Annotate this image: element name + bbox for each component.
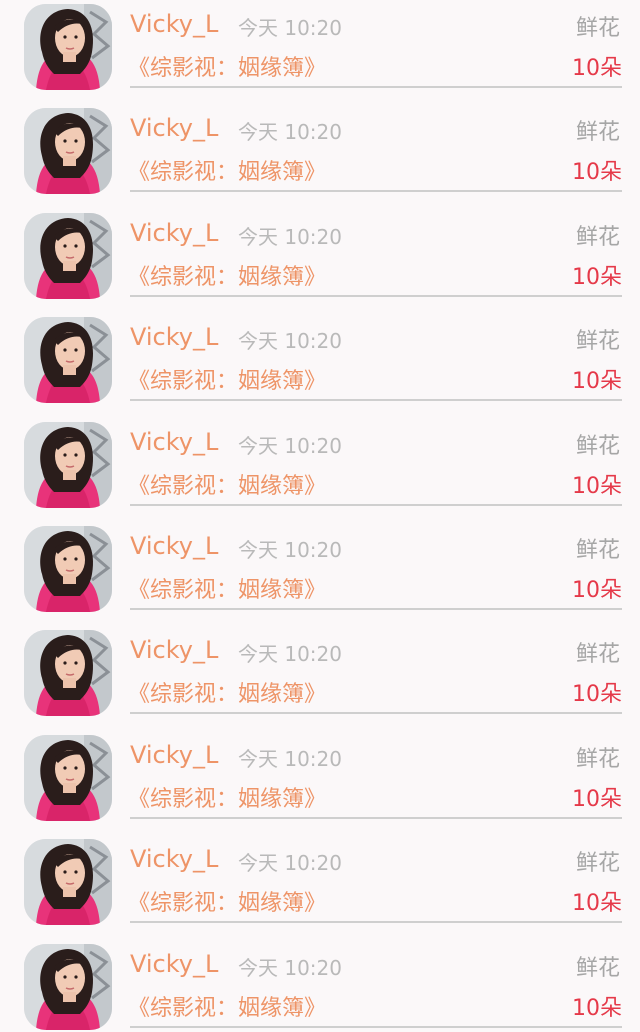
timestamp: 今天 10:20 bbox=[238, 746, 342, 771]
user-avatar-icon bbox=[24, 734, 112, 821]
timestamp: 今天 10:20 bbox=[238, 16, 342, 40]
divider bbox=[130, 1025, 622, 1028]
divider bbox=[130, 712, 622, 715]
gift-record-list[interactable]: Vicky_L 今天 10:20 鲜花 《综影视：姻缘簿》 10朵 Vicky_… bbox=[0, 0, 640, 1032]
gift-amount: 10朵 bbox=[572, 264, 622, 290]
divider bbox=[130, 190, 622, 193]
user-name[interactable]: Vicky_L bbox=[130, 219, 218, 247]
user-avatar-icon bbox=[24, 943, 112, 1030]
timestamp: 今天 10:20 bbox=[238, 851, 342, 876]
user-name[interactable]: Vicky_L bbox=[130, 114, 218, 142]
user-avatar-icon bbox=[24, 839, 112, 926]
list-item[interactable]: Vicky_L 今天 10:20 鲜花 《综影视：姻缘簿》 10朵 bbox=[0, 209, 640, 313]
timestamp: 今天 10:20 bbox=[238, 120, 342, 145]
gift-amount: 10朵 bbox=[572, 56, 622, 81]
list-item[interactable]: Vicky_L 今天 10:20 鲜花 《综影视：姻缘簿》 10朵 bbox=[0, 940, 640, 1032]
user-name[interactable]: Vicky_L bbox=[130, 950, 218, 978]
book-title[interactable]: 《综影视：姻缘簿》 bbox=[128, 572, 326, 604]
gift-amount: 10朵 bbox=[572, 786, 622, 812]
user-avatar-icon bbox=[24, 212, 112, 299]
avatar[interactable] bbox=[24, 108, 112, 195]
gift-type: 鲜花 bbox=[575, 642, 620, 668]
gift-type: 鲜花 bbox=[575, 433, 620, 459]
user-avatar-icon bbox=[24, 317, 112, 404]
user-name[interactable]: Vicky_L bbox=[130, 741, 218, 769]
timestamp: 今天 10:20 bbox=[238, 955, 342, 980]
gift-amount: 10朵 bbox=[572, 160, 622, 186]
user-avatar-icon bbox=[24, 630, 112, 717]
gift-type: 鲜花 bbox=[575, 955, 620, 981]
user-name[interactable]: Vicky_L bbox=[130, 10, 218, 38]
user-name[interactable]: Vicky_L bbox=[130, 845, 218, 873]
avatar[interactable] bbox=[24, 212, 112, 299]
timestamp: 今天 10:20 bbox=[238, 538, 342, 562]
gift-type: 鲜花 bbox=[575, 120, 620, 146]
book-title[interactable]: 《综影视：姻缘簿》 bbox=[128, 676, 326, 708]
divider bbox=[130, 399, 622, 402]
gift-amount: 10朵 bbox=[572, 578, 622, 603]
timestamp: 今天 10:20 bbox=[238, 329, 342, 354]
book-title[interactable]: 《综影视：姻缘簿》 bbox=[128, 781, 326, 813]
list-item[interactable]: Vicky_L 今天 10:20 鲜花 《综影视：姻缘簿》 10朵 bbox=[0, 0, 640, 104]
user-name[interactable]: Vicky_L bbox=[130, 323, 218, 351]
gift-type: 鲜花 bbox=[575, 329, 620, 355]
user-avatar-icon bbox=[24, 526, 112, 612]
avatar[interactable] bbox=[24, 734, 112, 821]
book-title[interactable]: 《综影视：姻缘簿》 bbox=[128, 154, 326, 186]
book-title[interactable]: 《综影视：姻缘簿》 bbox=[128, 990, 326, 1022]
book-title[interactable]: 《综影视：姻缘簿》 bbox=[128, 363, 326, 395]
book-title[interactable]: 《综影视：姻缘簿》 bbox=[128, 468, 326, 500]
gift-type: 鲜花 bbox=[575, 746, 620, 772]
list-item[interactable]: Vicky_L 今天 10:20 鲜花 《综影视：姻缘簿》 10朵 bbox=[0, 731, 640, 835]
list-item[interactable]: Vicky_L 今天 10:20 鲜花 《综影视：姻缘簿》 10朵 bbox=[0, 104, 640, 208]
divider bbox=[130, 86, 622, 88]
avatar[interactable] bbox=[24, 317, 112, 404]
gift-amount: 10朵 bbox=[572, 369, 622, 395]
user-avatar-icon bbox=[24, 421, 112, 508]
timestamp: 今天 10:20 bbox=[238, 433, 342, 458]
list-item[interactable]: Vicky_L 今天 10:20 鲜花 《综影视：姻缘簿》 10朵 bbox=[0, 626, 640, 730]
avatar[interactable] bbox=[24, 4, 112, 90]
gift-amount: 10朵 bbox=[572, 891, 622, 917]
avatar[interactable] bbox=[24, 421, 112, 508]
list-item[interactable]: Vicky_L 今天 10:20 鲜花 《综影视：姻缘簿》 10朵 bbox=[0, 418, 640, 522]
gift-amount: 10朵 bbox=[572, 473, 622, 499]
list-item[interactable]: Vicky_L 今天 10:20 鲜花 《综影视：姻缘簿》 10朵 bbox=[0, 522, 640, 626]
timestamp: 今天 10:20 bbox=[238, 224, 342, 249]
avatar[interactable] bbox=[24, 839, 112, 926]
gift-type: 鲜花 bbox=[575, 224, 620, 250]
divider bbox=[130, 294, 622, 297]
book-title[interactable]: 《综影视：姻缘簿》 bbox=[128, 259, 326, 291]
gift-amount: 10朵 bbox=[572, 682, 622, 708]
user-name[interactable]: Vicky_L bbox=[130, 636, 218, 664]
avatar[interactable] bbox=[24, 630, 112, 717]
list-item[interactable]: Vicky_L 今天 10:20 鲜花 《综影视：姻缘簿》 10朵 bbox=[0, 835, 640, 939]
timestamp: 今天 10:20 bbox=[238, 642, 342, 667]
divider bbox=[130, 921, 622, 924]
divider bbox=[130, 816, 622, 819]
user-name[interactable]: Vicky_L bbox=[130, 428, 218, 456]
gift-type: 鲜花 bbox=[575, 851, 620, 877]
avatar[interactable] bbox=[24, 526, 112, 612]
book-title[interactable]: 《综影视：姻缘簿》 bbox=[128, 885, 326, 917]
user-avatar-icon bbox=[24, 4, 112, 90]
avatar[interactable] bbox=[24, 943, 112, 1030]
book-title[interactable]: 《综影视：姻缘簿》 bbox=[128, 50, 326, 82]
list-item[interactable]: Vicky_L 今天 10:20 鲜花 《综影视：姻缘簿》 10朵 bbox=[0, 313, 640, 417]
user-name[interactable]: Vicky_L bbox=[130, 532, 218, 560]
gift-type: 鲜花 bbox=[575, 16, 620, 41]
divider bbox=[130, 608, 622, 610]
user-avatar-icon bbox=[24, 108, 112, 195]
divider bbox=[130, 503, 622, 506]
gift-amount: 10朵 bbox=[572, 995, 622, 1021]
gift-type: 鲜花 bbox=[575, 538, 620, 563]
